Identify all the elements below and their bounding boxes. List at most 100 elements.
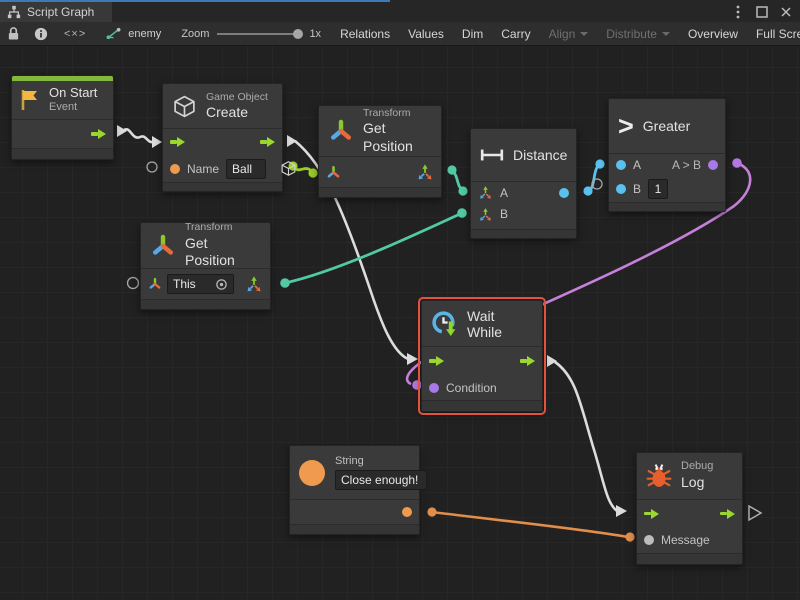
transform-input-port[interactable] (148, 277, 162, 291)
zoom-slider-handle[interactable] (293, 29, 303, 39)
flow-input-port[interactable] (429, 356, 444, 366)
flow-output-port[interactable] (91, 129, 106, 139)
node-footer (163, 182, 282, 191)
node-row (141, 268, 270, 299)
node-string-literal[interactable]: String (289, 445, 420, 535)
flow-input-port[interactable] (644, 509, 659, 519)
transform-input-port[interactable] (326, 165, 341, 180)
node-category: Transform (185, 221, 258, 234)
node-header: Game Object Create (163, 84, 282, 128)
distribute-label: Distribute (606, 27, 657, 41)
node-footer (471, 229, 576, 238)
node-title: On Start (49, 85, 97, 101)
node-row (163, 128, 282, 155)
node-title: Create (206, 104, 268, 122)
flag-icon (19, 88, 41, 112)
graph-icon (105, 27, 122, 40)
node-row (319, 156, 441, 187)
transform-gizmo-icon (328, 118, 354, 144)
code-icon: <×> (64, 28, 86, 40)
node-row: Name (163, 155, 282, 182)
align-label: Align (549, 27, 576, 41)
string-value-field[interactable] (335, 470, 427, 490)
vector3-output-port[interactable] (245, 275, 263, 293)
string-circle-icon (299, 460, 325, 486)
input-port-a[interactable] (616, 160, 626, 170)
node-wait-while[interactable]: Wait While Condition (421, 300, 543, 412)
name-input-port[interactable] (170, 164, 180, 174)
message-input-port[interactable] (644, 535, 654, 545)
vector3-output-port[interactable] (416, 163, 434, 181)
node-debug-log[interactable]: Debug Log Message (636, 452, 743, 565)
dim-button[interactable]: Dim (453, 22, 492, 45)
node-title: Wait While (467, 308, 530, 340)
window-controls (728, 2, 796, 22)
vector3-input-port-b[interactable] (478, 207, 493, 222)
name-value-field[interactable] (226, 159, 266, 179)
lock-button[interactable] (0, 22, 27, 45)
node-gameobject-create[interactable]: Game Object Create Name (162, 83, 283, 192)
target-value-input[interactable] (173, 277, 211, 291)
relations-button[interactable]: Relations (331, 22, 399, 45)
zoom-slider[interactable] (217, 33, 301, 35)
node-title: Get Position (185, 235, 258, 270)
node-row (12, 119, 113, 148)
node-header: Transform Get Position (141, 223, 270, 268)
code-view-button[interactable]: <×> (55, 22, 95, 45)
maximize-icon[interactable] (752, 3, 772, 21)
target-field[interactable] (167, 274, 234, 294)
b-value-field[interactable] (648, 179, 668, 199)
node-category: Game Object (206, 91, 268, 104)
kebab-menu-icon[interactable] (728, 3, 748, 21)
node-title: Distance (513, 147, 567, 163)
distance-output-port[interactable] (559, 188, 569, 198)
close-icon[interactable] (776, 3, 796, 21)
flow-output-port[interactable] (520, 356, 535, 366)
node-category: Transform (363, 107, 429, 120)
overview-button[interactable]: Overview (679, 22, 747, 45)
node-greater[interactable]: > Greater A A > B B (608, 98, 726, 212)
values-button[interactable]: Values (399, 22, 453, 45)
node-header: Wait While (422, 301, 542, 346)
tab-script-graph[interactable]: Script Graph (0, 2, 112, 22)
port-label: A (633, 158, 641, 172)
node-footer (319, 187, 441, 197)
node-row: B (471, 203, 576, 225)
node-footer (141, 299, 270, 309)
node-row (637, 499, 742, 527)
fullscreen-button[interactable]: Full Screen (747, 22, 800, 45)
clock-wait-icon (431, 310, 458, 337)
gameobject-output-port[interactable] (280, 160, 297, 177)
result-output-port[interactable] (708, 160, 718, 170)
info-icon (34, 27, 48, 41)
vector3-input-port-a[interactable] (478, 185, 493, 200)
node-header: Transform Get Position (319, 106, 441, 156)
condition-input-port[interactable] (429, 383, 439, 393)
port-label: Condition (446, 381, 497, 395)
info-button[interactable] (27, 22, 55, 45)
input-port-b[interactable] (616, 184, 626, 194)
node-header: String (290, 446, 419, 499)
carry-button[interactable]: Carry (492, 22, 539, 45)
flow-output-port[interactable] (260, 137, 275, 147)
node-title: Greater (643, 118, 690, 134)
distribute-button[interactable]: Distribute (597, 22, 679, 45)
node-get-position-bottom[interactable]: Transform Get Position (140, 222, 271, 310)
greater-icon: > (618, 113, 634, 140)
node-header: Debug Log (637, 453, 742, 499)
node-get-position-top[interactable]: Transform Get Position (318, 105, 442, 198)
flow-output-port[interactable] (720, 509, 735, 519)
node-on-start-event[interactable]: On Start Event (11, 75, 114, 160)
node-subtitle: Event (49, 101, 97, 115)
align-button[interactable]: Align (540, 22, 598, 45)
node-distance[interactable]: Distance A B (470, 128, 577, 239)
string-output-port[interactable] (402, 507, 412, 517)
target-icon[interactable] (215, 278, 228, 291)
graph-breadcrumb[interactable]: enemy (95, 22, 171, 45)
node-header: Distance (471, 129, 576, 181)
port-label: B (633, 182, 641, 196)
tab-bar: Script Graph (0, 0, 800, 22)
node-row (290, 499, 419, 524)
lock-icon (7, 26, 20, 41)
flow-input-port[interactable] (170, 137, 185, 147)
